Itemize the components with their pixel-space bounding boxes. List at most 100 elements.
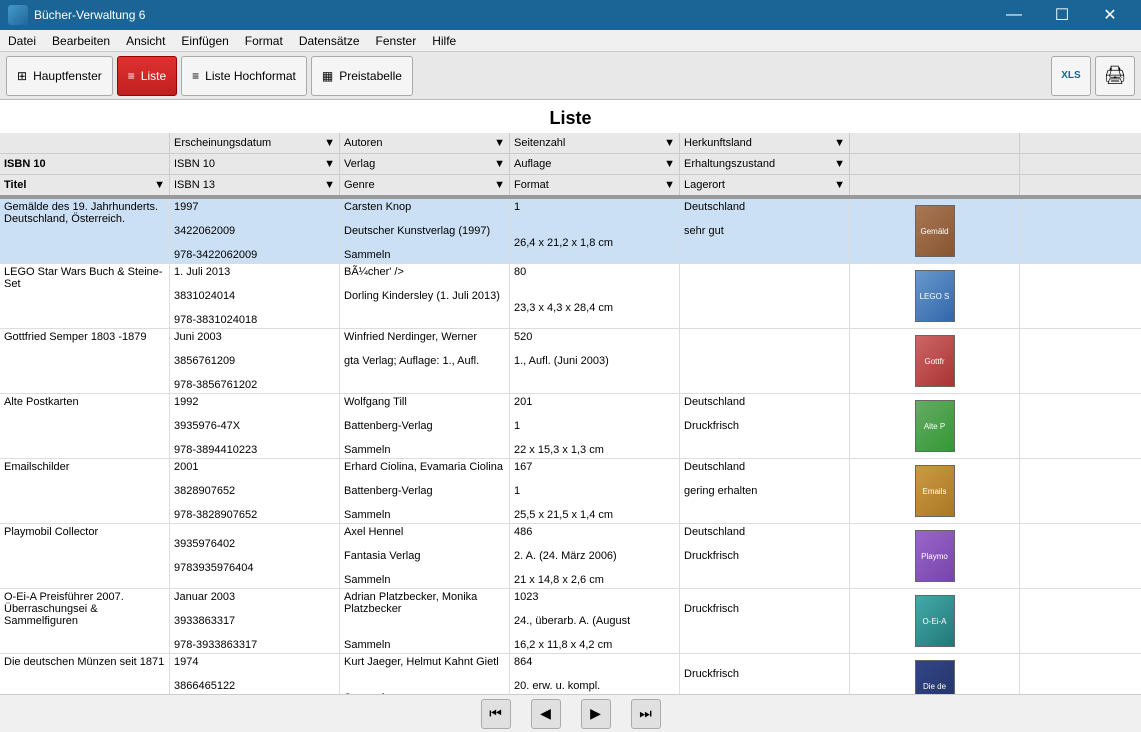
erhaltungszustand-dropdown[interactable]: ▼ [834, 158, 845, 170]
toolbar-liste-hochformat[interactable]: ≡ Liste Hochformat [181, 56, 307, 96]
cell-details-7: 86420. erw. u. kompl.18,4 x 11,6 x 3,6 c… [510, 654, 680, 694]
table-row[interactable]: Die deutschen Münzen seit 18711974386646… [0, 654, 1141, 694]
seitenzahl-dropdown[interactable]: ▼ [664, 137, 675, 149]
table-row[interactable]: O-Ei-A Preisführer 2007. Überraschungsei… [0, 589, 1141, 654]
app-title: Bücher-Verwaltung 6 [34, 8, 145, 22]
cell-titel-6: O-Ei-A Preisführer 2007. Überraschungsei… [0, 589, 170, 653]
col-empty3 [850, 175, 1020, 195]
toolbar: ⊞ Hauptfenster ≡ Liste ≡ Liste Hochforma… [0, 52, 1141, 100]
cell-titel-0: Gemälde des 19. Jahrhunderts. Deutschlan… [0, 199, 170, 263]
menu-hilfe[interactable]: Hilfe [424, 30, 464, 52]
hauptfenster-label: Hauptfenster [33, 69, 102, 83]
autoren-dropdown[interactable]: ▼ [494, 137, 505, 149]
col-isbn10-val: ISBN 10 ISBN 10 ▼ [170, 154, 340, 174]
auflage-dropdown[interactable]: ▼ [664, 158, 675, 170]
book-thumbnail-5: Playmo [915, 530, 955, 582]
isbn13-dropdown[interactable]: ▼ [324, 179, 335, 191]
cell-details-5: 4862. A. (24. März 2006)21 x 14,8 x 2,6 … [510, 524, 680, 588]
cell-image-7: Die de [850, 654, 1020, 694]
toolbar-preistabelle[interactable]: ▦ Preistabelle [311, 56, 413, 96]
header-row-1: Erscheinungsdatum ▼ Autoren ▼ Seitenzahl… [0, 133, 1141, 154]
herkunftsland-dropdown[interactable]: ▼ [834, 137, 845, 149]
col-isbn10-label: ISBN 10 [0, 154, 170, 174]
app-icon [8, 5, 28, 25]
col-seitenzahl: Seitenzahl ▼ [510, 133, 680, 153]
genre-dropdown[interactable]: ▼ [494, 179, 505, 191]
col-herkunftsland: Herkunftsland ▼ [680, 133, 850, 153]
col-erhaltungszustand: Erhaltungszustand ▼ [680, 154, 850, 174]
preistabelle-icon: ▦ [322, 69, 333, 83]
table-row[interactable]: Gemälde des 19. Jahrhunderts. Deutschlan… [0, 199, 1141, 264]
toolbar-hauptfenster[interactable]: ⊞ Hauptfenster [6, 56, 113, 96]
cell-authors-5: Axel HennelFantasia VerlagSammeln [340, 524, 510, 588]
title-bar-left: Bücher-Verwaltung 6 [8, 5, 145, 25]
cell-dates-3: 19923935976-47X978-3894410223 [170, 394, 340, 458]
header-row-3: Titel ▼ ISBN 13 ▼ Genre ▼ Format ▼ Lager… [0, 175, 1141, 197]
lagerort-dropdown[interactable]: ▼ [834, 179, 845, 191]
book-thumbnail-3: Alte P [915, 400, 955, 452]
table-row[interactable]: Playmobil Collector393597640297839359764… [0, 524, 1141, 589]
cell-authors-6: Adrian Platzbecker, Monika PlatzbeckerSa… [340, 589, 510, 653]
menu-datensaetze[interactable]: Datensätze [291, 30, 368, 52]
cell-image-0: Gemäld [850, 199, 1020, 263]
cell-authors-7: Kurt Jaeger, Helmut Kahnt GietlSammeln [340, 654, 510, 694]
maximize-button[interactable]: ☐ [1039, 0, 1085, 30]
menu-einfuegen[interactable]: Einfügen [173, 30, 236, 52]
cell-dates-7: 19743866465122978-3866465121 [170, 654, 340, 694]
cell-details-3: 201122 x 15,3 x 1,3 cm [510, 394, 680, 458]
nav-first-button[interactable]: ⏮ [481, 699, 511, 729]
liste-hochformat-icon: ≡ [192, 69, 199, 83]
col-genre: Genre ▼ [340, 175, 510, 195]
verlag-dropdown[interactable]: ▼ [494, 158, 505, 170]
isbn10-dropdown[interactable]: ▼ [324, 158, 335, 170]
col-autoren: Autoren ▼ [340, 133, 510, 153]
cell-dates-2: Juni 20033856761209978-3856761202 [170, 329, 340, 393]
book-thumbnail-1: LEGO S [915, 270, 955, 322]
book-thumbnail-6: O-Ei-A [915, 595, 955, 647]
toolbar-liste[interactable]: ≡ Liste [117, 56, 177, 96]
table-row[interactable]: Gottfried Semper 1803 -1879Juni 20033856… [0, 329, 1141, 394]
hauptfenster-icon: ⊞ [17, 69, 27, 83]
cell-authors-1: BÃ¼cher' />Dorling Kindersley (1. Juli 2… [340, 264, 510, 328]
nav-last-button[interactable]: ⏭ [631, 699, 661, 729]
cell-details-1: 8023,3 x 4,3 x 28,4 cm [510, 264, 680, 328]
menu-fenster[interactable]: Fenster [368, 30, 425, 52]
cell-authors-0: Carsten KnopDeutscher Kunstverlag (1997)… [340, 199, 510, 263]
cell-origin-3: DeutschlandDruckfrisch [680, 394, 850, 458]
close-button[interactable]: ✕ [1087, 0, 1133, 30]
menu-format[interactable]: Format [237, 30, 291, 52]
column-headers-wrapper: Erscheinungsdatum ▼ Autoren ▼ Seitenzahl… [0, 133, 1141, 199]
menu-ansicht[interactable]: Ansicht [118, 30, 173, 52]
table-row[interactable]: LEGO Star Wars Buch & Steine-Set1. Juli … [0, 264, 1141, 329]
cell-dates-4: 20013828907652978-3828907652 [170, 459, 340, 523]
col-titel-header: Titel ▼ [0, 175, 170, 195]
cell-details-6: 102324., überarb. A. (August16,2 x 11,8 … [510, 589, 680, 653]
book-thumbnail-0: Gemäld [915, 205, 955, 257]
preistabelle-label: Preistabelle [339, 69, 402, 83]
menu-datei[interactable]: Datei [0, 30, 44, 52]
print-button[interactable]: 🖨 [1095, 56, 1135, 96]
cell-details-4: 167125,5 x 21,5 x 1,4 cm [510, 459, 680, 523]
col-empty2 [850, 154, 1020, 174]
titel-dropdown[interactable]: ▼ [154, 179, 165, 191]
erscheinungsdatum-dropdown[interactable]: ▼ [324, 137, 335, 149]
main-content: Liste Erscheinungsdatum ▼ Autoren ▼ Seit… [0, 100, 1141, 694]
menu-bearbeiten[interactable]: Bearbeiten [44, 30, 118, 52]
col-auflage: Auflage ▼ [510, 154, 680, 174]
cell-image-6: O-Ei-A [850, 589, 1020, 653]
cell-image-2: Gottfr [850, 329, 1020, 393]
table-row[interactable]: Alte Postkarten19923935976-47X978-389441… [0, 394, 1141, 459]
format-dropdown[interactable]: ▼ [664, 179, 675, 191]
navigation-bar: ⏮ ◀ ▶ ⏭ [0, 694, 1141, 732]
cell-authors-2: Winfried Nerdinger, Wernergta Verlag; Au… [340, 329, 510, 393]
cell-origin-6: Druckfrisch [680, 589, 850, 653]
xls-export-button[interactable]: XLS [1051, 56, 1091, 96]
title-bar: Bücher-Verwaltung 6 — ☐ ✕ [0, 0, 1141, 30]
book-table: Gemälde des 19. Jahrhunderts. Deutschlan… [0, 199, 1141, 694]
cell-image-5: Playmo [850, 524, 1020, 588]
cell-origin-5: DeutschlandDruckfrisch [680, 524, 850, 588]
table-row[interactable]: Emailschilder20013828907652978-382890765… [0, 459, 1141, 524]
nav-prev-button[interactable]: ◀ [531, 699, 561, 729]
minimize-button[interactable]: — [991, 0, 1037, 30]
nav-next-button[interactable]: ▶ [581, 699, 611, 729]
